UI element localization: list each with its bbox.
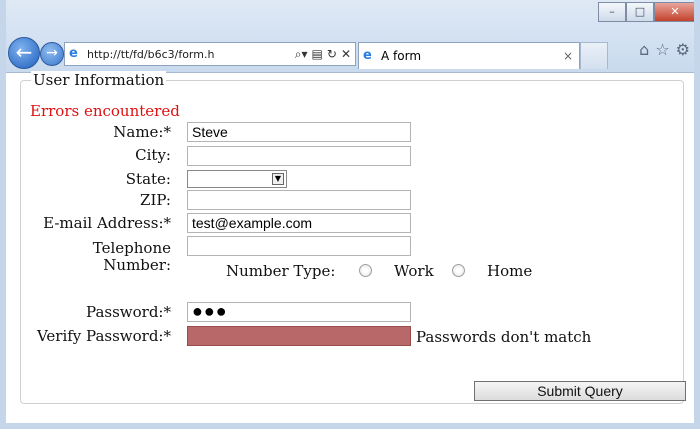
browser-tools: ⌂ ☆ ⚙ [639,40,690,59]
email-label: E-mail Address:* [43,214,171,232]
favorites-icon[interactable]: ☆ [655,40,669,59]
maximize-button[interactable]: □ [626,2,654,22]
window-frame-bottom [0,423,700,429]
state-select[interactable]: ▼ [187,170,287,188]
password-label: Password:* [86,303,171,321]
tab-a-form[interactable]: e A form × [358,42,580,69]
phone-label-line2: Number: [103,256,171,274]
ie-tab-icon: e [363,48,372,63]
zip-label: ZIP: [140,191,171,209]
radio-home[interactable] [452,264,465,277]
password-input[interactable]: ●●● [187,302,411,322]
forward-button[interactable]: → [40,42,64,66]
verify-password-input[interactable] [187,326,411,346]
telephone-input[interactable] [187,236,411,256]
submit-button[interactable]: Submit Query [474,381,686,401]
back-button[interactable]: ← [8,37,40,69]
verify-password-label: Verify Password:* [36,327,171,345]
browser-toolbar: – □ ✕ ← → e http://tt/fd/b6c3/form.h ⌕▾ … [0,0,700,73]
close-window-button[interactable]: ✕ [654,2,696,22]
window-frame-left [0,0,6,429]
tab-close-icon[interactable]: × [563,49,579,63]
gear-icon[interactable]: ⚙ [676,40,690,59]
stop-icon[interactable]: ✕ [341,47,351,62]
phone-label-line1: Telephone [92,239,171,257]
email-input[interactable]: test@example.com [187,213,411,233]
address-bar[interactable]: e http://tt/fd/b6c3/form.h ⌕▾ ▤ ↻ ✕ [64,42,356,66]
ie-page-icon: e [69,46,78,61]
city-input[interactable] [187,146,411,166]
fieldset-legend: User Information [31,71,167,89]
zip-input[interactable] [187,190,411,210]
window-frame-right [694,0,700,429]
state-label: State: [125,170,171,188]
radio-work-label: Work [394,262,434,280]
home-icon[interactable]: ⌂ [639,40,649,59]
error-summary: Errors encountered [30,102,180,120]
new-tab-button[interactable] [580,42,608,69]
search-dropdown-icon[interactable]: ⌕▾ [295,47,308,62]
minimize-button[interactable]: – [598,2,626,22]
name-input[interactable]: Steve [187,122,411,142]
name-label: Name:* [113,123,171,141]
refresh-icon[interactable]: ↻ [327,47,337,62]
radio-work[interactable] [359,264,372,277]
phone-label: Telephone Number: [60,240,171,274]
radio-home-label: Home [487,262,533,280]
tab-title: A form [381,49,422,63]
address-url[interactable]: http://tt/fd/b6c3/form.h [87,48,291,61]
window-controls: – □ ✕ [598,2,696,22]
city-label: City: [135,146,171,164]
chevron-down-icon[interactable]: ▼ [272,173,284,185]
compatibility-icon[interactable]: ▤ [312,47,323,62]
verify-password-error: Passwords don't match [416,328,592,346]
number-type-label: Number Type: [226,262,336,280]
